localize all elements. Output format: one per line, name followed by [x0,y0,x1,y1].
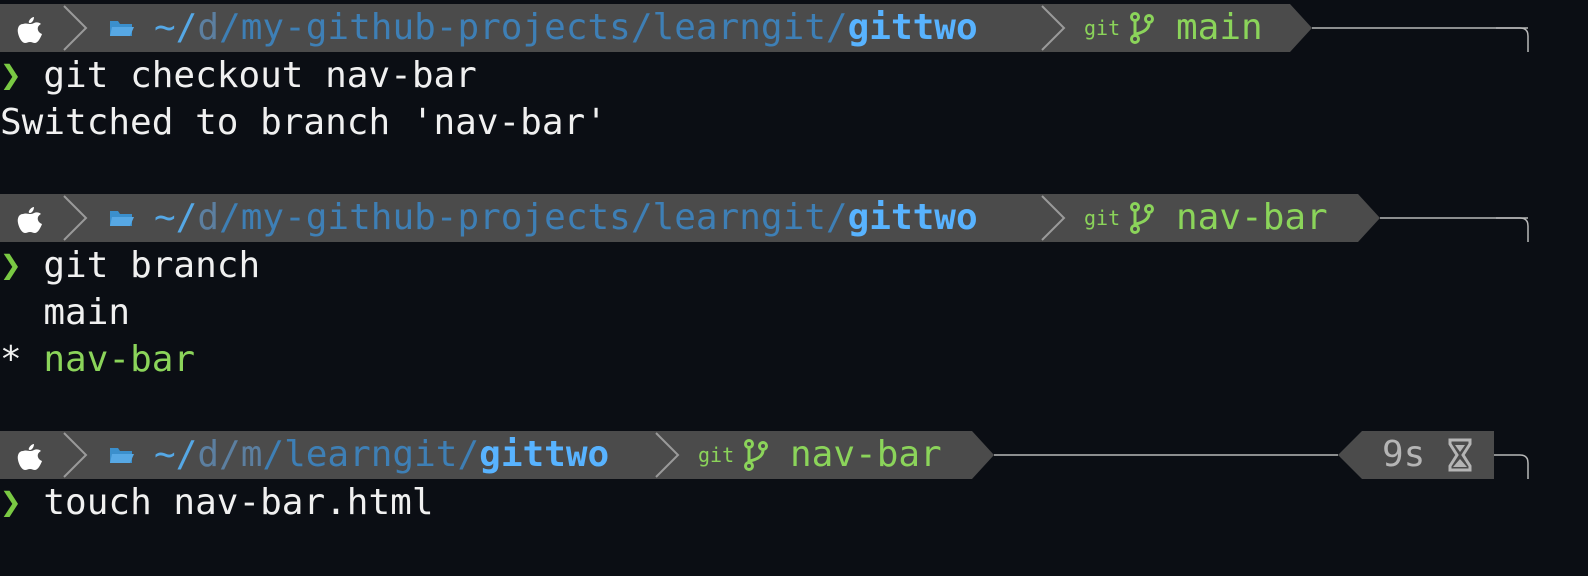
folder-icon [108,4,142,52]
path-segment: d/m [197,434,263,475]
command-text: git checkout nav-bar [43,55,477,96]
git-icon: git [1084,206,1121,230]
path-segment: /learngit/ [262,434,480,475]
path-tilde: ~/ [154,7,198,48]
chevron-right-icon: ❯ [0,55,22,96]
path-segment: /my-github-projects/learngit/ [219,7,848,48]
chevron-right-icon: ❯ [0,482,22,523]
apple-icon [17,17,42,43]
command-line-1: ❯ git checkout nav-bar [0,52,477,100]
current-branch-marker: * [0,339,22,380]
repo-name: gittwo [847,197,978,238]
command-text[interactable]: touch nav-bar.html [43,482,433,523]
branch-marker [0,292,22,333]
branch-name: nav-bar [790,434,942,475]
branch-list-item-current: * nav-bar [0,336,195,384]
branch-name: nav-bar [1176,197,1328,238]
command-line-2: ❯ git branch [0,242,260,290]
command-duration: 9s [1382,434,1426,475]
branch-list-name: nav-bar [43,339,196,380]
hourglass-icon [1446,431,1474,479]
path-segment: /my-github-projects/learngit/ [219,197,848,238]
path: ~/d/my-github-projects/learngit/gittwo [154,4,978,52]
git-branch-icon [1128,4,1156,52]
repo-name: gittwo [479,434,610,475]
branch-list-item: main [0,289,130,337]
path-segment: d [197,197,220,238]
chevron-right-icon: ❯ [0,245,22,286]
path-segment: d [197,7,220,48]
path: ~/d/m/learngit/gittwo [154,431,609,479]
path-tilde: ~/ [154,197,198,238]
apple-icon [17,207,42,233]
git-icon: git [1084,16,1121,40]
folder-icon [108,431,142,479]
branch-name: main [1176,7,1263,48]
git-branch-icon [742,431,770,479]
git-branch-icon [1128,194,1156,242]
branch-list-name: main [43,292,131,333]
path: ~/d/my-github-projects/learngit/gittwo [154,194,978,242]
command-line-3[interactable]: ❯ touch nav-bar.html [0,479,434,527]
output-line: Switched to branch 'nav-bar' [0,102,607,143]
folder-icon [108,194,142,242]
path-tilde: ~/ [154,434,198,475]
git-icon: git [698,443,735,467]
repo-name: gittwo [847,7,978,48]
apple-icon [17,444,42,470]
command-text: git branch [43,245,261,286]
